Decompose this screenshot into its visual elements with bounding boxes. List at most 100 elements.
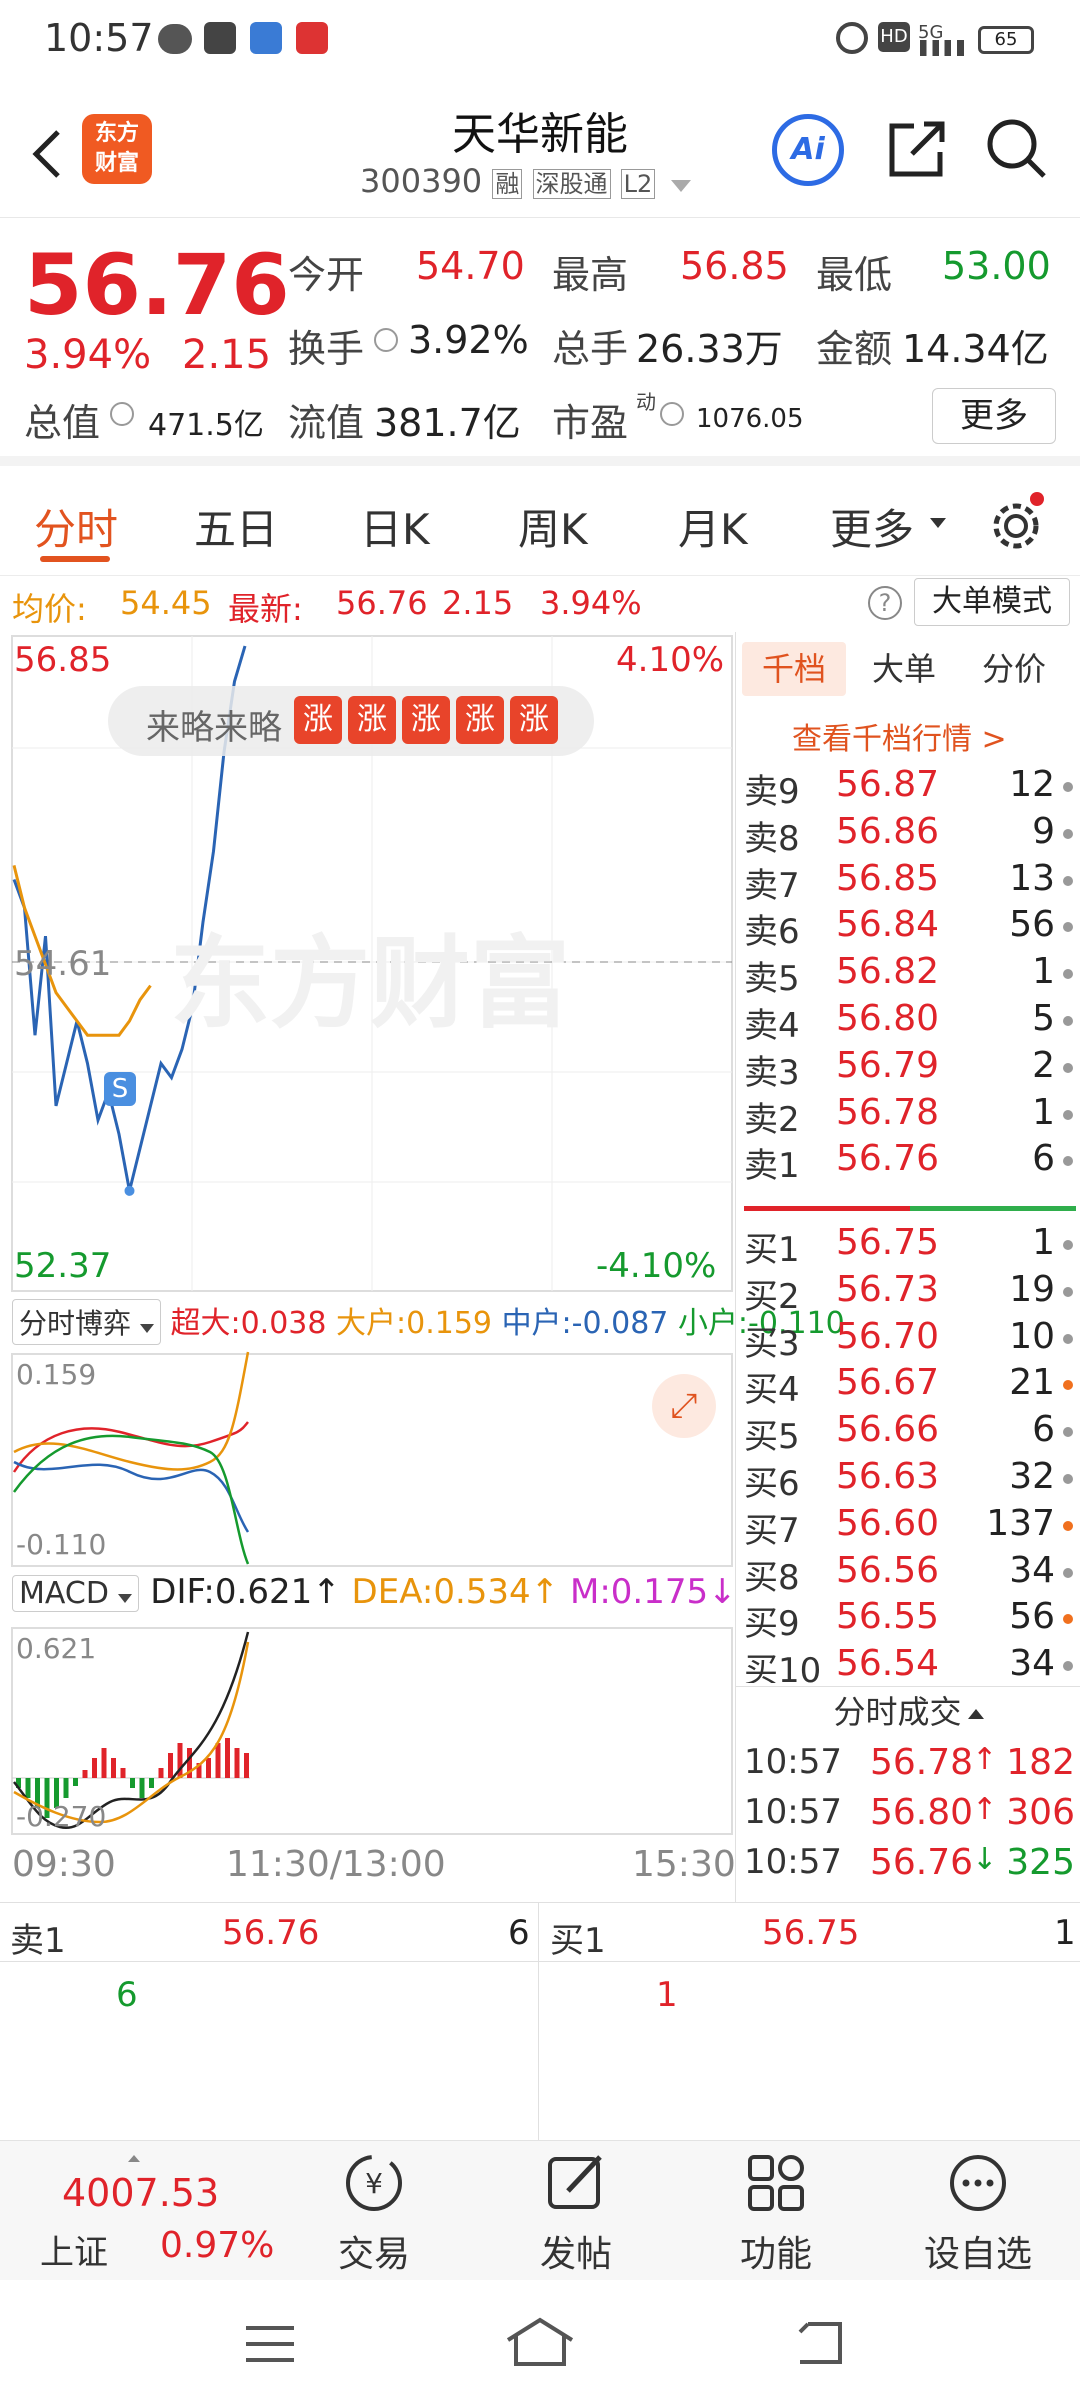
ask-volume: 56 xyxy=(1009,904,1055,946)
axis-ref-price: 54.61 xyxy=(14,944,112,984)
ask-row[interactable]: 卖4 56.80 5 xyxy=(736,998,1080,1046)
turnover-info-icon[interactable] xyxy=(374,328,398,352)
promo-banner[interactable]: 来略来略 涨 涨 涨 涨 涨 xyxy=(108,686,594,756)
ask-level-label: 卖1 xyxy=(744,1146,800,1187)
ask-price: 56.82 xyxy=(836,951,940,993)
trades-title: 分时成交 xyxy=(833,1693,962,1731)
sell1-queue: 6 xyxy=(116,1975,138,2015)
bid-row[interactable]: 买2 56.73 19 xyxy=(736,1269,1080,1317)
nav-trade[interactable]: ¥ 交易 xyxy=(294,2151,454,2277)
ai-button[interactable]: Ai xyxy=(772,114,844,186)
help-icon[interactable]: ? xyxy=(868,586,902,620)
tab-more[interactable]: 更多 xyxy=(830,496,914,557)
ask-level-label: 卖8 xyxy=(744,818,800,859)
macd-bar xyxy=(73,1778,78,1786)
bid-volume: 34 xyxy=(1009,1549,1055,1591)
ask-row[interactable]: 卖8 56.86 9 xyxy=(736,811,1080,859)
m-down-arrow-icon: ↓ xyxy=(708,1572,737,1612)
large-order-mode-button[interactable]: 大单模式 xyxy=(914,578,1070,626)
pe-sup: 动 xyxy=(636,390,656,414)
depth-quote-link[interactable]: 查看千档行情 > xyxy=(792,714,1007,758)
tab-daily-k[interactable]: 日K xyxy=(360,496,430,557)
macd-bar xyxy=(63,1778,69,1798)
orderbook-tab-depth[interactable]: 千档 xyxy=(742,642,846,696)
back-button[interactable] xyxy=(22,124,72,184)
menu-icon[interactable] xyxy=(240,2320,300,2370)
sell1-volume: 6 xyxy=(508,1913,530,1953)
signal-s-icon[interactable]: S xyxy=(104,1072,136,1106)
stock-title: 天华新能 xyxy=(452,109,628,160)
volume-dot-icon xyxy=(1063,1109,1073,1120)
bid-row[interactable]: 买4 56.67 21 xyxy=(736,1362,1080,1410)
tab-weekly-k[interactable]: 周K xyxy=(518,496,588,557)
back-arrow-icon xyxy=(32,130,60,178)
ask-row[interactable]: 卖7 56.85 13 xyxy=(736,858,1080,906)
expand-button[interactable]: ⤢ xyxy=(652,1374,716,1438)
bid-row[interactable]: 买5 56.66 6 xyxy=(736,1409,1080,1457)
news-app-icon xyxy=(250,22,282,54)
search-button[interactable] xyxy=(984,116,1050,182)
bid-row[interactable]: 买7 56.60 137 xyxy=(736,1503,1080,1551)
nav-functions-label: 功能 xyxy=(739,2234,812,2275)
latest-pct: 3.94% xyxy=(540,584,642,622)
bid-row[interactable]: 买6 56.63 32 xyxy=(736,1456,1080,1504)
bid-row[interactable]: 买8 56.56 34 xyxy=(736,1550,1080,1598)
trade-volume: 325 xyxy=(1006,1842,1075,1883)
ask-volume: 1 xyxy=(1032,951,1055,993)
change-amount: 2.15 xyxy=(182,332,272,378)
alarm-icon xyxy=(836,22,868,54)
ask-row[interactable]: 卖9 56.87 12 xyxy=(736,764,1080,812)
back-nav-icon[interactable] xyxy=(790,2316,850,2370)
trade-time: 10:57 xyxy=(744,1792,842,1832)
eastmoney-logo[interactable]: 东方 财富 xyxy=(82,114,152,184)
trade-price: 56.76 xyxy=(870,1842,974,1883)
stock-subtitle[interactable]: 300390 融 深股通 L2 xyxy=(360,162,692,202)
tab-active-indicator xyxy=(40,556,110,562)
index-pct: 0.97% xyxy=(160,2225,275,2266)
volume-dot-icon xyxy=(1063,969,1073,980)
index-widget[interactable]: 4007.53 上证 0.97% xyxy=(0,2141,300,2281)
bid-row[interactable]: 买10 56.54 34 xyxy=(736,1643,1080,1683)
more-button[interactable]: 更多 xyxy=(932,388,1056,444)
orderbook-tab-price[interactable]: 分价 xyxy=(982,642,1046,696)
orderbook-tab-large[interactable]: 大单 xyxy=(872,642,936,696)
dea-up-arrow-icon: ↑ xyxy=(530,1572,560,1612)
settings-button[interactable] xyxy=(988,492,1048,554)
nav-trade-label: 交易 xyxy=(337,2234,410,2275)
volume-dot-icon xyxy=(1063,782,1073,792)
tab-five-day[interactable]: 五日 xyxy=(194,496,278,557)
ask-row[interactable]: 卖6 56.84 56 xyxy=(736,904,1080,952)
bid-volume: 32 xyxy=(1009,1456,1055,1497)
bid-level-label: 买1 xyxy=(744,1230,800,1270)
nav-add-watchlist[interactable]: 设自选 xyxy=(898,2151,1058,2277)
mcap-info-icon[interactable] xyxy=(110,402,134,426)
tab-monthly-k[interactable]: 月K xyxy=(678,496,748,557)
home-icon[interactable] xyxy=(502,2314,578,2370)
bid-row[interactable]: 买3 56.70 10 xyxy=(736,1316,1080,1364)
mid-label: 中户: xyxy=(501,1306,572,1341)
macd-selector[interactable]: MACD xyxy=(12,1575,140,1612)
macd-bar xyxy=(139,1778,145,1798)
share-button[interactable] xyxy=(884,116,950,182)
chart-area: 东方财富 56.85 4.10% 54.61 52.37 -4.10% 来略来略… xyxy=(0,632,845,1902)
macd-bar xyxy=(158,1768,164,1778)
ask-row[interactable]: 卖2 56.78 1 xyxy=(736,1092,1080,1140)
index-name: 上证 xyxy=(40,2233,108,2273)
nav-post[interactable]: 发帖 xyxy=(496,2151,656,2277)
ask-row[interactable]: 卖5 56.82 1 xyxy=(736,951,1080,999)
system-nav-bar xyxy=(0,2280,1080,2408)
dea-label: DEA: xyxy=(351,1572,434,1612)
macd-bar xyxy=(111,1758,116,1778)
tab-intraday[interactable]: 分时 xyxy=(34,496,118,557)
macd-caret-icon xyxy=(118,1594,133,1603)
ask-row[interactable]: 卖3 56.79 2 xyxy=(736,1045,1080,1093)
stock-header: 东方 财富 天华新能 300390 融 深股通 L2 Ai xyxy=(0,84,1080,218)
sub-indicator-selector[interactable]: 分时博弈 xyxy=(12,1299,161,1345)
bid-price: 56.54 xyxy=(836,1643,940,1684)
pe-info-icon[interactable] xyxy=(660,402,684,426)
nav-functions[interactable]: 功能 xyxy=(696,2151,856,2277)
bid-row[interactable]: 买9 56.55 56 xyxy=(736,1596,1080,1644)
bid-row[interactable]: 买1 56.75 1 xyxy=(736,1222,1080,1270)
ask-row[interactable]: 卖1 56.76 6 xyxy=(736,1138,1080,1186)
trades-header[interactable]: 分时成交 xyxy=(736,1686,1080,1736)
